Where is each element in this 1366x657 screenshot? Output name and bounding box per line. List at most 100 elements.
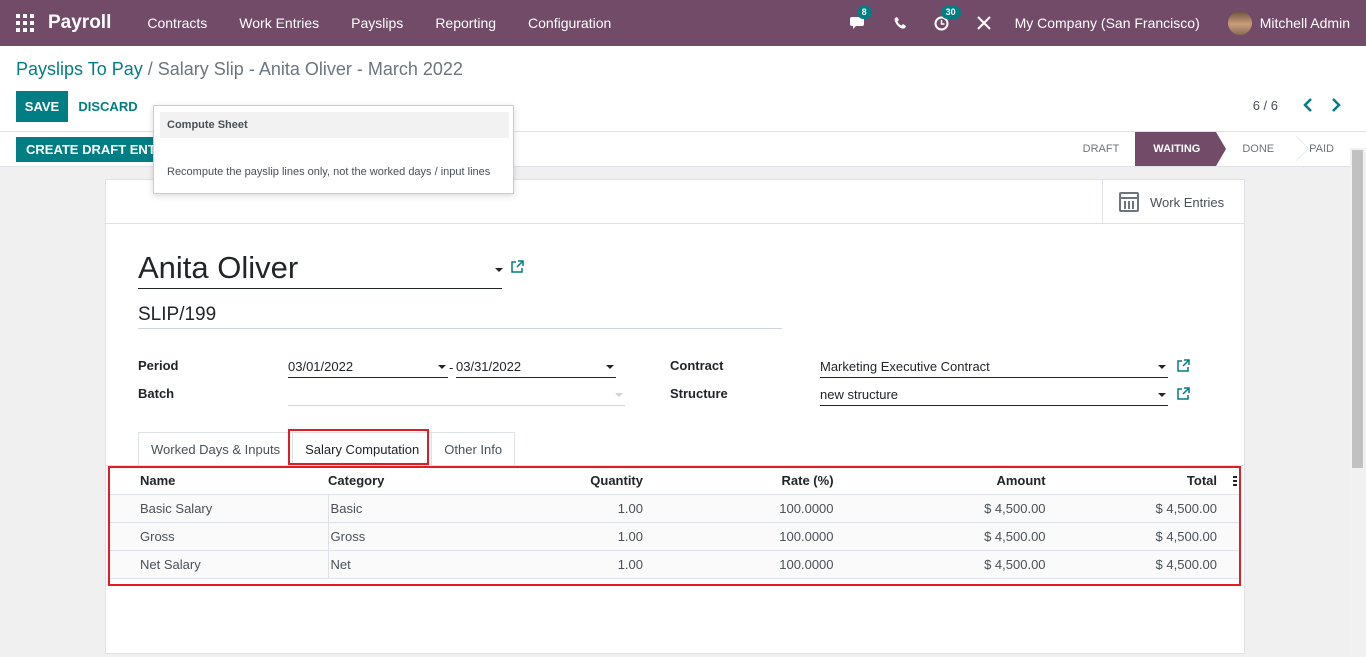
tab-other-info[interactable]: Other Info (431, 432, 516, 465)
tab-worked-days-inputs[interactable]: Worked Days & Inputs (138, 432, 294, 465)
cell-category: Net (327, 550, 532, 579)
table-row[interactable]: Basic Salary Basic 1.00 100.0000 $ 4,500… (110, 494, 1239, 523)
cell-amount: $ 4,500.00 (839, 550, 1056, 579)
company-switcher[interactable]: My Company (San Francisco) (1015, 15, 1200, 31)
breadcrumb: Payslips To Pay / Salary Slip - Anita Ol… (16, 59, 463, 80)
stage-pipeline: DRAFT WAITING DONE PAID (1065, 132, 1350, 166)
discard-button[interactable]: DISCARD (76, 91, 140, 122)
contract-label: Contract (670, 358, 724, 373)
user-avatar[interactable] (1227, 11, 1252, 35)
period-separator: - (449, 360, 454, 375)
menu-payslips[interactable]: Payslips (335, 15, 419, 31)
menu-work-entries[interactable]: Work Entries (223, 15, 335, 31)
tab-salary-computation[interactable]: Salary Computation (292, 432, 433, 465)
caret-down-icon (1158, 393, 1166, 397)
period-to-field[interactable]: 03/31/2022 (456, 356, 616, 378)
structure-label: Structure (670, 386, 728, 401)
compute-sheet-tooltip: Compute Sheet Recompute the payslip line… (153, 105, 514, 194)
column-header-rate[interactable]: Rate (%) (649, 468, 840, 495)
breadcrumb-parent[interactable]: Payslips To Pay (16, 59, 143, 79)
caret-down-icon[interactable] (495, 268, 503, 272)
menu-contracts[interactable]: Contracts (131, 15, 223, 31)
column-header-category[interactable]: Category (328, 468, 532, 495)
cell-rate: 100.0000 (649, 494, 840, 523)
notebook-tabs: Worked Days & Inputs Salary Computation … (138, 432, 516, 465)
caret-down-icon (615, 393, 623, 397)
column-header-amount[interactable]: Amount (839, 468, 1056, 495)
external-link-icon[interactable] (511, 260, 525, 274)
stage-done[interactable]: DONE (1224, 132, 1290, 166)
tools-icon[interactable] (975, 14, 993, 32)
external-link-icon[interactable] (1177, 359, 1191, 373)
save-button[interactable]: SAVE (16, 91, 68, 122)
structure-field[interactable]: new structure (820, 384, 1168, 406)
employee-field[interactable]: Anita Oliver (138, 250, 502, 289)
create-draft-entry-button[interactable]: CREATE DRAFT ENTRY (16, 137, 166, 162)
table-header-row: Name Category Quantity Rate (%) Amount T… (110, 468, 1239, 495)
cell-quantity: 1.00 (531, 522, 649, 551)
form-sheet: Work Entries Anita Oliver SLIP/199 Perio… (105, 179, 1245, 654)
page-scrollbar[interactable] (1350, 148, 1366, 657)
cell-rate: 100.0000 (649, 550, 840, 579)
cell-quantity: 1.00 (531, 494, 649, 523)
messages-badge: 8 (856, 6, 872, 19)
apps-menu-icon[interactable] (16, 14, 34, 32)
cell-name: Net Salary (110, 550, 329, 579)
activities-badge: 30 (940, 6, 961, 19)
systray: 8 30 My Company (San Francisco) Mitchell… (837, 0, 1350, 46)
pager-value[interactable]: 6 / 6 (1253, 98, 1278, 113)
contract-value: Marketing Executive Contract (820, 359, 990, 374)
tooltip-title: Compute Sheet (160, 112, 509, 138)
batch-label: Batch (138, 386, 175, 401)
caret-down-icon (438, 365, 446, 369)
cell-quantity: 1.00 (531, 550, 649, 579)
work-entries-label: Work Entries (1150, 194, 1225, 210)
calendar-icon (1119, 192, 1139, 212)
menu-configuration[interactable]: Configuration (512, 15, 627, 31)
contract-field[interactable]: Marketing Executive Contract (820, 356, 1168, 378)
stage-waiting[interactable]: WAITING (1135, 132, 1227, 166)
salary-computation-table: Name Category Quantity Rate (%) Amount T… (110, 468, 1239, 579)
period-from-value: 03/01/2022 (288, 359, 354, 374)
cell-name: Gross (110, 522, 329, 551)
caret-down-icon (606, 365, 614, 369)
table-row[interactable]: Gross Gross 1.00 100.0000 $ 4,500.00 $ 4… (110, 522, 1239, 551)
payslip-reference-field[interactable]: SLIP/199 (138, 304, 782, 329)
period-label: Period (138, 358, 179, 373)
user-menu[interactable]: Mitchell Admin (1260, 15, 1350, 31)
stage-paid[interactable]: PAID (1291, 132, 1350, 166)
cell-rate: 100.0000 (649, 522, 840, 551)
phone-icon[interactable] (891, 14, 909, 32)
column-header-quantity[interactable]: Quantity (531, 468, 649, 495)
batch-field[interactable] (288, 384, 625, 406)
salary-computation-table-highlight: Name Category Quantity Rate (%) Amount T… (108, 466, 1241, 586)
cell-total: $ 4,500.00 (1055, 522, 1239, 551)
column-header-total[interactable]: Total (1055, 468, 1239, 495)
structure-value: new structure (820, 387, 899, 402)
app-name[interactable]: Payroll (48, 12, 111, 34)
period-to-value: 03/31/2022 (456, 359, 522, 374)
external-link-icon[interactable] (1177, 387, 1191, 401)
cell-amount: $ 4,500.00 (839, 522, 1056, 551)
optional-columns-icon[interactable] (1233, 476, 1237, 488)
activities-icon[interactable]: 30 (933, 6, 961, 32)
work-entries-button[interactable]: Work Entries (1102, 180, 1244, 224)
cell-category: Gross (327, 522, 532, 551)
tooltip-body: Recompute the payslip lines only, not th… (167, 166, 491, 178)
table-row[interactable]: Net Salary Net 1.00 100.0000 $ 4,500.00 … (110, 550, 1239, 579)
cell-name: Basic Salary (110, 494, 329, 523)
cell-amount: $ 4,500.00 (839, 494, 1056, 523)
chevron-right-icon[interactable] (1328, 96, 1344, 114)
messages-icon[interactable]: 8 (849, 6, 872, 32)
breadcrumb-separator: / (147, 59, 153, 79)
caret-down-icon (1158, 365, 1166, 369)
top-navbar: Payroll Contracts Work Entries Payslips … (0, 0, 1366, 46)
cell-total: $ 4,500.00 (1055, 550, 1239, 579)
menu-reporting[interactable]: Reporting (419, 15, 512, 31)
chevron-left-icon[interactable] (1300, 96, 1316, 114)
stage-draft[interactable]: DRAFT (1065, 132, 1136, 166)
period-from-field[interactable]: 03/01/2022 (288, 356, 448, 378)
column-header-name[interactable]: Name (110, 468, 329, 495)
scrollbar-thumb[interactable] (1352, 150, 1363, 468)
cell-total: $ 4,500.00 (1055, 494, 1239, 523)
